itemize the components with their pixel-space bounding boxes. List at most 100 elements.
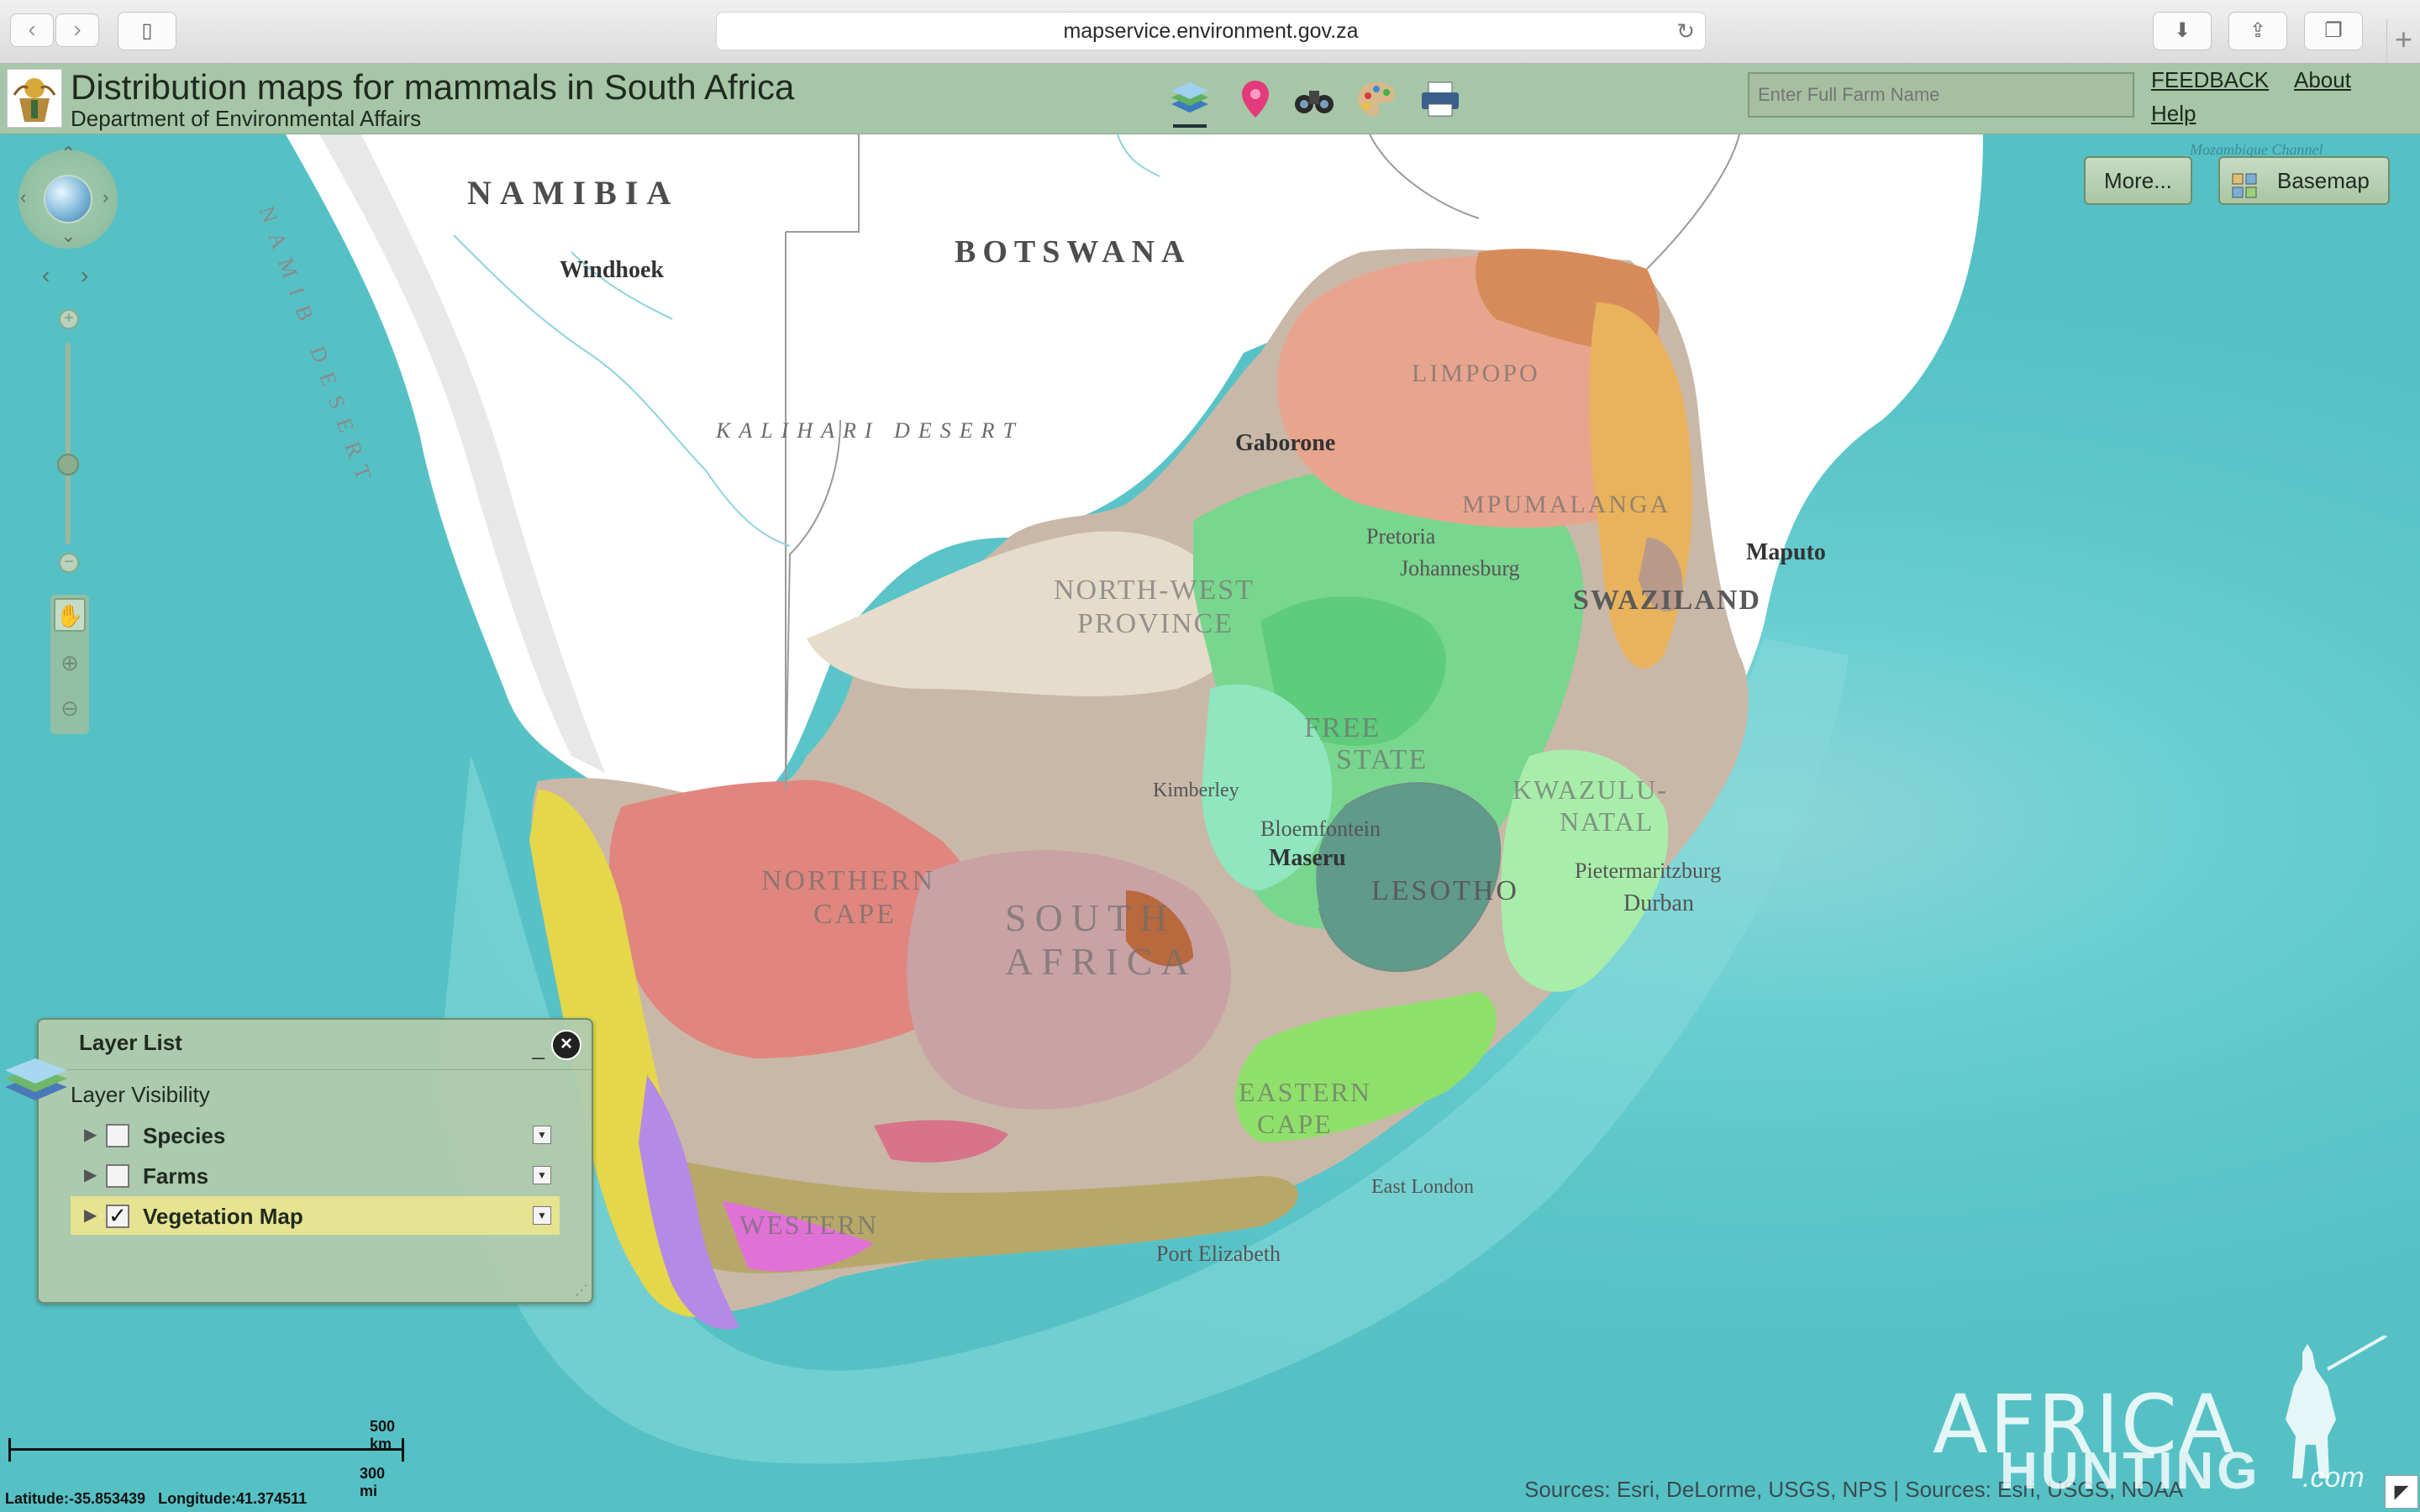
label-kwazulu-2: NATAL bbox=[1560, 806, 1655, 837]
layer-stack-icon bbox=[2, 1053, 71, 1107]
layer-checkbox-species[interactable] bbox=[106, 1124, 129, 1147]
sidebar-toggle-button[interactable]: ▯ bbox=[118, 12, 176, 50]
zoom-track[interactable] bbox=[66, 343, 71, 544]
label-pretoria: Pretoria bbox=[1366, 524, 1436, 549]
basemap-label: Basemap bbox=[2277, 168, 2370, 193]
feedback-link[interactable]: FEEDBACK bbox=[2151, 67, 2269, 93]
layer-menu-icon[interactable]: ▼ bbox=[533, 1166, 551, 1184]
zoom-out-tool-icon[interactable]: ⊖ bbox=[54, 692, 86, 726]
palette-icon[interactable] bbox=[1353, 76, 1400, 123]
browser-toolbar: ‹ › ▯ mapservice.environment.gov.za ↻ ⬇ … bbox=[0, 0, 2420, 64]
label-kimberley: Kimberley bbox=[1153, 780, 1239, 801]
scale-mi-label: 300 mi bbox=[360, 1465, 386, 1499]
layer-checkbox-vegetation-map[interactable]: ✓ bbox=[106, 1205, 129, 1228]
label-johannesburg: Johannesburg bbox=[1400, 556, 1520, 580]
binoculars-icon[interactable] bbox=[1291, 76, 1338, 123]
tabs-icon: ❐ bbox=[2324, 19, 2343, 42]
chevron-left-icon: ‹ bbox=[28, 16, 36, 42]
download-icon: ⬇ bbox=[2173, 19, 2191, 42]
pan-right-icon[interactable]: › bbox=[103, 186, 108, 208]
label-durban: Durban bbox=[1623, 890, 1694, 916]
label-northern-cape-2: CAPE bbox=[813, 899, 897, 930]
url-text: mapservice.environment.gov.za bbox=[1063, 19, 1359, 43]
scale-tick bbox=[402, 1438, 404, 1462]
label-east-london: East London bbox=[1371, 1176, 1474, 1198]
layer-name: Farms bbox=[143, 1163, 209, 1189]
label-swaziland: SWAZILAND bbox=[1573, 585, 1761, 616]
layer-row-farms[interactable]: ▶ Farms ▼ bbox=[71, 1156, 560, 1194]
label-namibia: NAMIBIA bbox=[467, 174, 680, 212]
chevron-right-icon: › bbox=[73, 16, 82, 42]
watermark-suffix: .com bbox=[2302, 1462, 2365, 1494]
pan-up-icon[interactable]: ⌃ bbox=[60, 143, 76, 165]
back-button[interactable]: ‹ bbox=[10, 13, 54, 47]
label-northern-cape-1: NORTHERN bbox=[761, 865, 936, 896]
label-kwazulu-1: KWAZULU- bbox=[1512, 774, 1668, 805]
label-limpopo: LIMPOPO bbox=[1412, 360, 1540, 387]
navigation-tools: ✋ ⊕ ⊖ bbox=[50, 595, 89, 734]
label-maputo: Maputo bbox=[1746, 539, 1826, 565]
pan-down-icon[interactable]: ⌄ bbox=[60, 225, 76, 247]
expand-icon[interactable]: ▶ bbox=[84, 1124, 97, 1145]
globe-icon[interactable] bbox=[44, 175, 92, 223]
corner-logo-icon[interactable]: ◤ bbox=[2385, 1475, 2418, 1509]
downloads-button[interactable]: ⬇ bbox=[2153, 12, 2212, 50]
label-mpumalanga: MPUMALANGA bbox=[1462, 491, 1671, 518]
minimize-icon[interactable]: _ bbox=[533, 1035, 544, 1061]
pan-hand-icon[interactable]: ✋ bbox=[54, 598, 86, 632]
label-north-west-1: NORTH-WEST bbox=[1054, 575, 1255, 606]
zoom-in-tool-icon[interactable]: ⊕ bbox=[54, 647, 86, 680]
coat-of-arms-logo bbox=[7, 69, 62, 128]
basemap-button[interactable]: Basemap bbox=[2218, 156, 2390, 205]
scale-tick bbox=[8, 1438, 11, 1462]
app-subtitle: Department of Environmental Affairs bbox=[71, 106, 422, 131]
layer-list-header[interactable]: Layer List _ × bbox=[39, 1020, 592, 1070]
expand-icon[interactable]: ▶ bbox=[84, 1205, 97, 1226]
close-icon[interactable]: × bbox=[551, 1030, 581, 1060]
more-button[interactable]: More... bbox=[2084, 156, 2192, 205]
forward-button[interactable]: › bbox=[55, 13, 99, 47]
previous-extent-icon[interactable]: ‹ bbox=[42, 262, 50, 289]
cursor-coordinates: Latitude:-35.853439 Longitude:41.374511 bbox=[5, 1490, 308, 1507]
farm-search-input[interactable] bbox=[1748, 72, 2134, 118]
layer-name: Species bbox=[143, 1123, 226, 1148]
label-maseru: Maseru bbox=[1269, 845, 1346, 871]
label-north-west-2: PROVINCE bbox=[1077, 608, 1234, 639]
label-port-elizabeth: Port Elizabeth bbox=[1156, 1242, 1281, 1266]
layer-checkbox-farms[interactable] bbox=[106, 1164, 129, 1188]
sidebar-icon: ▯ bbox=[141, 19, 153, 42]
expand-icon[interactable]: ▶ bbox=[84, 1164, 97, 1185]
help-link[interactable]: Help bbox=[2151, 101, 2196, 127]
print-icon[interactable] bbox=[1417, 76, 1464, 123]
layers-icon[interactable] bbox=[1166, 76, 1213, 123]
layer-name: Vegetation Map bbox=[143, 1204, 303, 1229]
label-windhoek: Windhoek bbox=[560, 257, 664, 283]
label-gaborone: Gaborone bbox=[1235, 430, 1336, 456]
label-botswana: BOTSWANA bbox=[955, 234, 1192, 270]
layer-list-title: Layer List bbox=[79, 1030, 182, 1055]
zoom-thumb[interactable] bbox=[57, 454, 79, 475]
tabs-button[interactable]: ❐ bbox=[2304, 12, 2363, 50]
label-south-africa-1: SOUTH bbox=[1005, 896, 1176, 939]
address-bar[interactable]: mapservice.environment.gov.za ↻ bbox=[716, 12, 1706, 50]
zoom-out-small-icon[interactable]: − bbox=[59, 553, 79, 573]
zoom-in-small-icon[interactable]: + bbox=[59, 309, 79, 329]
layer-row-vegetation-map[interactable]: ▶ ✓ Vegetation Map ▼ bbox=[71, 1196, 560, 1235]
app-header: Distribution maps for mammals in South A… bbox=[0, 64, 2420, 134]
layer-list-panel: Layer List _ × Layer Visibility ▶ Specie… bbox=[5, 1018, 593, 1304]
pan-left-icon[interactable]: ‹ bbox=[20, 186, 26, 208]
about-link[interactable]: About bbox=[2294, 67, 2351, 93]
location-pin-icon[interactable] bbox=[1232, 76, 1279, 123]
next-extent-icon[interactable]: › bbox=[81, 262, 88, 289]
reload-icon[interactable]: ↻ bbox=[1676, 13, 1695, 50]
label-western-cape: WESTERN bbox=[739, 1210, 879, 1240]
layer-row-species[interactable]: ▶ Species ▼ bbox=[71, 1116, 560, 1154]
resize-handle-icon[interactable]: ⋰ bbox=[575, 1282, 588, 1299]
layer-menu-icon[interactable]: ▼ bbox=[533, 1126, 551, 1144]
active-tool-indicator bbox=[1173, 124, 1207, 128]
label-kalahari: KALIHARI DESERT bbox=[716, 418, 1023, 443]
zoom-slider[interactable]: + − bbox=[55, 309, 81, 573]
share-button[interactable]: ⇪ bbox=[2228, 12, 2287, 50]
layer-menu-icon[interactable]: ▼ bbox=[533, 1206, 551, 1225]
new-tab-button[interactable]: + bbox=[2386, 18, 2420, 64]
